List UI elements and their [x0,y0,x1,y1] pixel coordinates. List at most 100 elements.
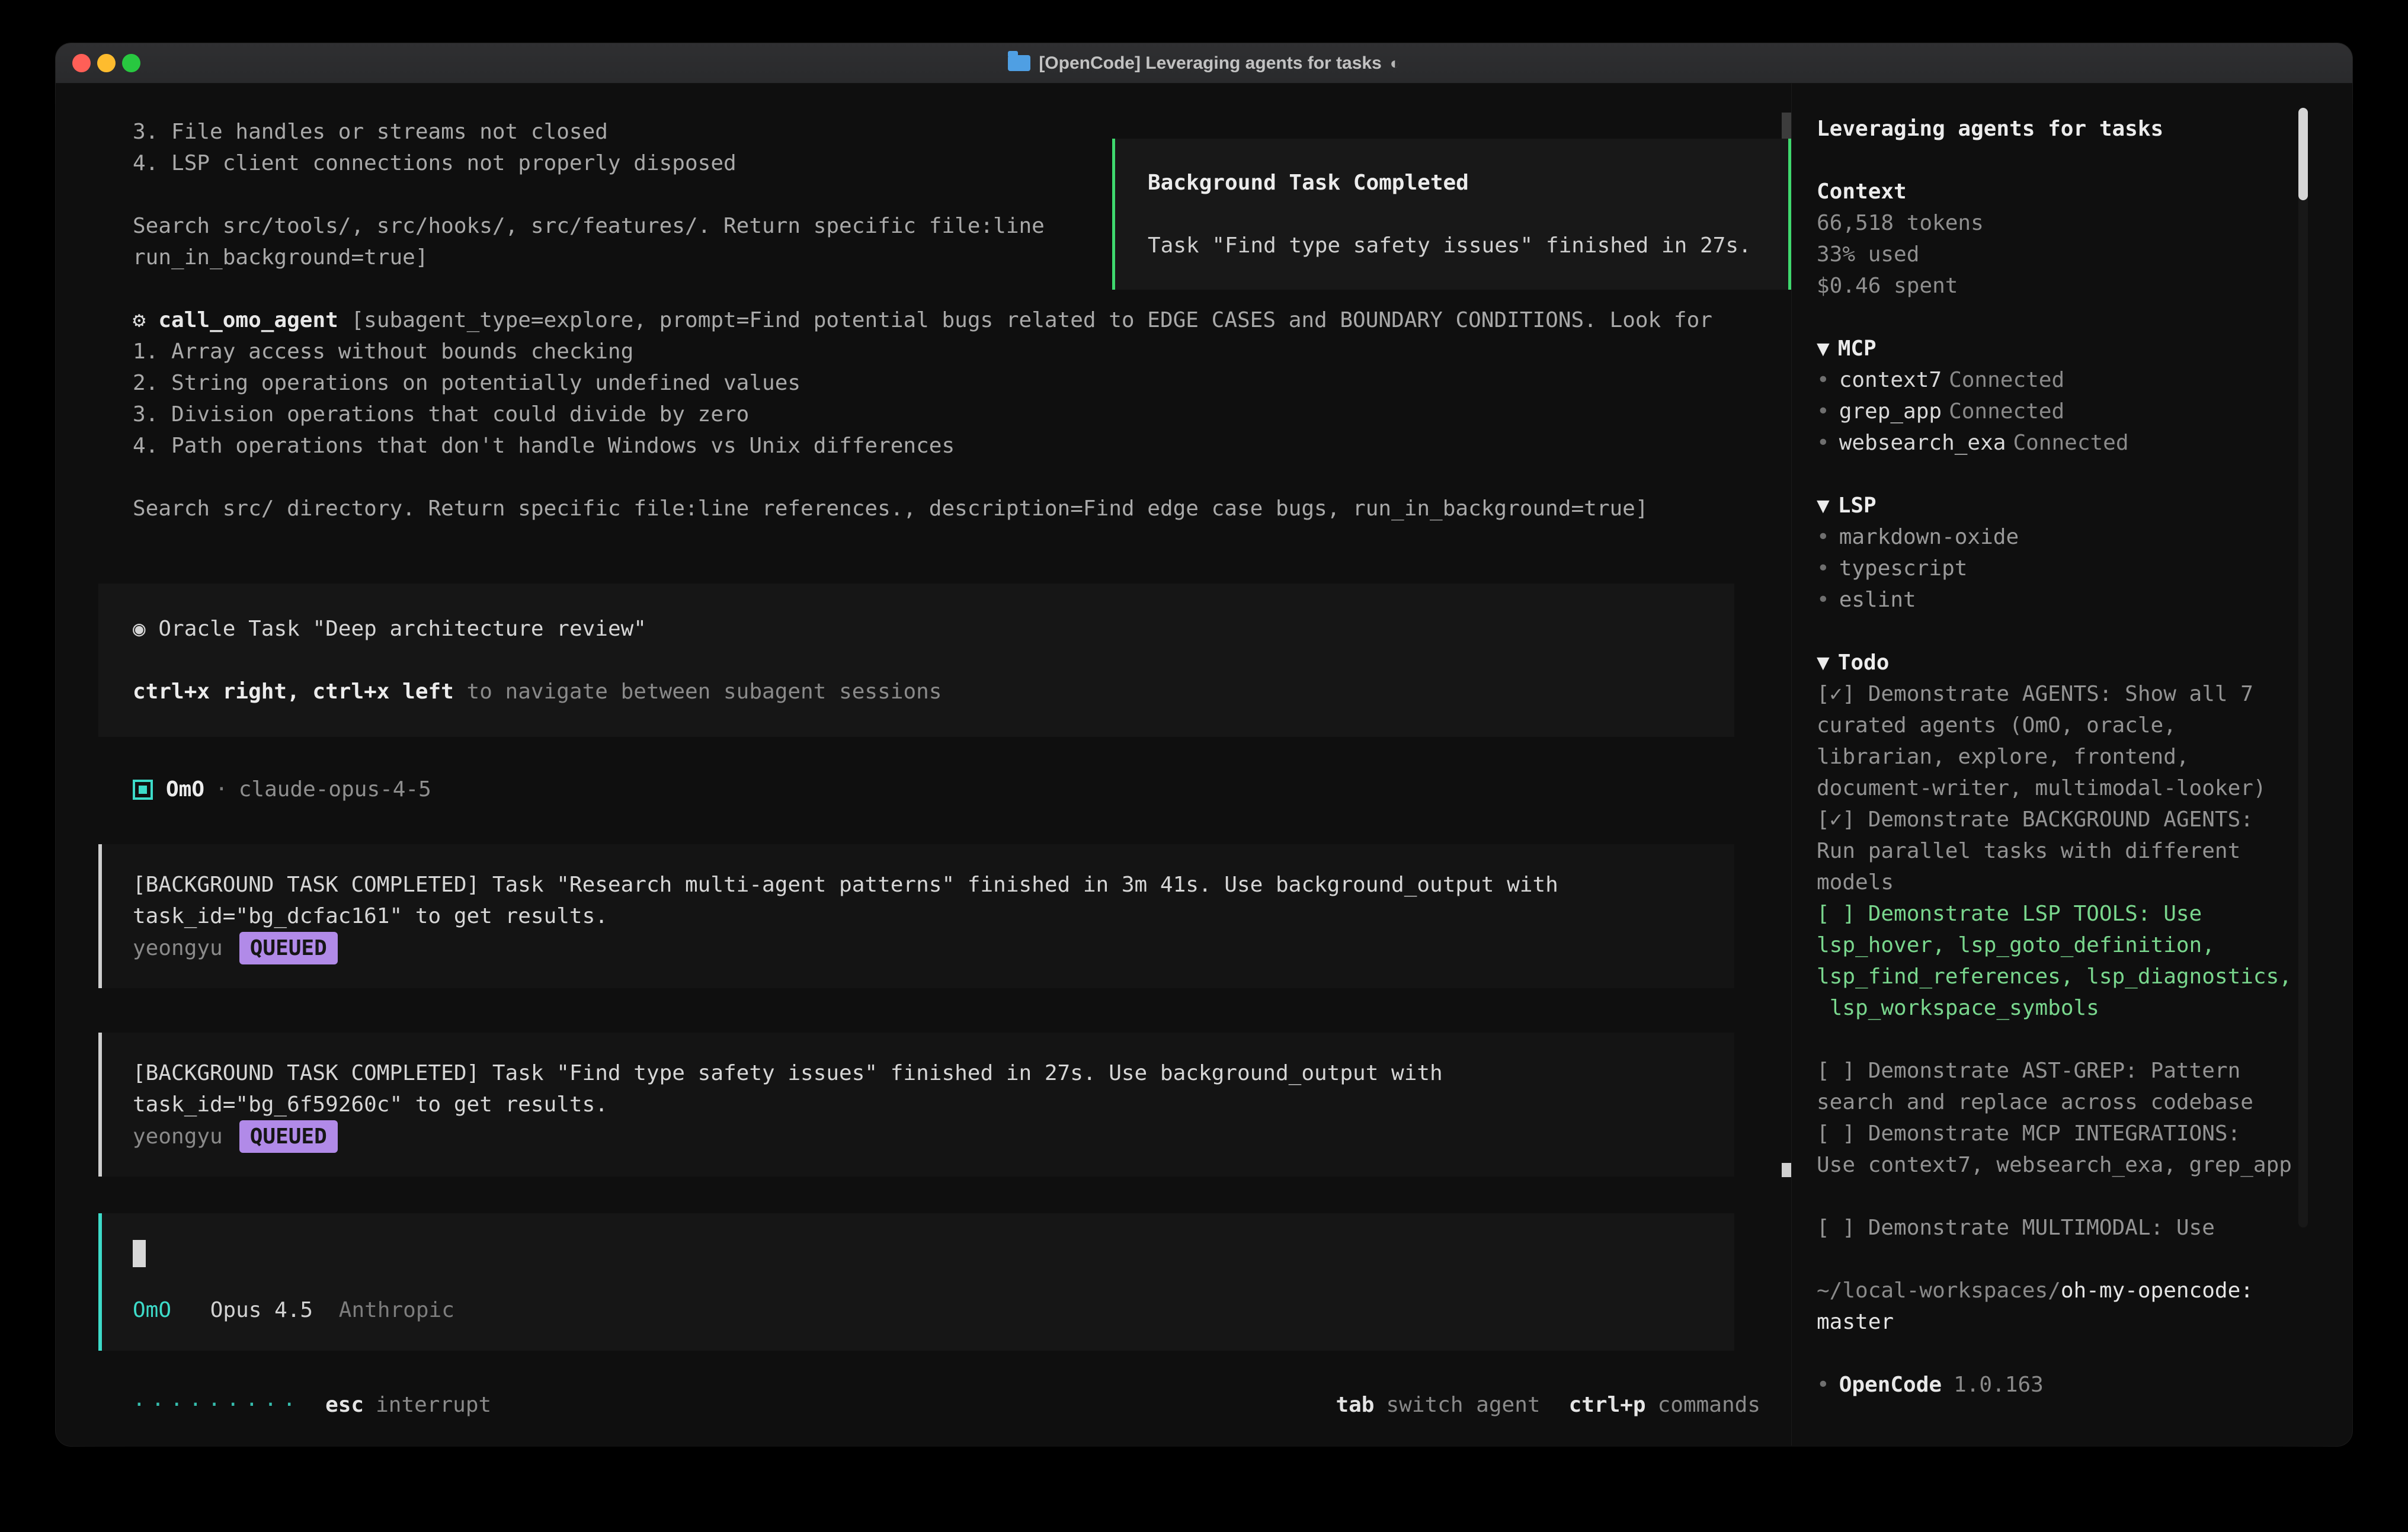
agent-name: OmO [166,774,204,805]
oracle-task-label: Oracle Task "Deep architecture review" [158,617,646,641]
record-icon: ◉ [133,617,146,641]
mcp-item: •context7Connected [1817,364,2299,396]
workspace-name: oh-my-opencode: [2061,1278,2253,1303]
bullet-icon: • [1817,368,1830,392]
main-scrollbar-thumb-bottom[interactable] [1782,1163,1791,1177]
background-task-toast: Background Task Completed Task "Find typ… [1112,139,1791,290]
lsp-name: markdown-oxide [1839,525,2019,549]
bullet-icon: • [1817,588,1830,612]
ctrl-p-key: ctrl+p [1569,1389,1646,1421]
window-title-text: [OpenCode] Leveraging agents for tasks [1039,53,1381,73]
tab-key: tab [1336,1389,1374,1421]
mcp-item: • websearch_exa Connected [1817,427,2299,459]
text-cursor [133,1240,146,1267]
zoom-button[interactable] [122,54,140,72]
oracle-task-panel: ◉ Oracle Task "Deep architecture review"… [98,584,1734,737]
model-line: OmO Opus 4.5 Anthropic [133,1294,1703,1326]
workspace-path: ~/local-workspaces/oh-my-opencode: maste… [1817,1275,2299,1338]
lsp-header-label: LSP [1838,493,1877,518]
message-text: [BACKGROUND TASK COMPLETED] Task "Resear… [133,869,1703,932]
sidebar-footer: • OpenCode 1.0.163 [1817,1369,2299,1400]
app-window: [OpenCode] Leveraging agents for tasks ◐… [56,43,2352,1446]
mcp-section-header[interactable]: ▼ MCP [1817,333,2299,364]
spinner-dots: ········· [133,1389,302,1421]
todo-item-lsp-tools: [ ] Demonstrate LSP TOOLS: Use lsp_hover… [1817,898,2299,1024]
esc-key-label: interrupt [376,1389,491,1421]
input-provider-name: Anthropic [339,1298,454,1322]
bullet-icon: • [1817,556,1830,581]
input-agent-name: OmO [133,1298,171,1322]
esc-key: esc [325,1389,364,1421]
half-moon-icon: ◐ [1390,54,1400,73]
chevron-down-icon: ▼ [1817,650,1830,675]
bullet-icon: • [1817,399,1830,424]
context-header: Context [1817,176,2299,207]
mcp-item: • grep_app Connected [1817,396,2299,427]
oracle-task-title: ◉ Oracle Task "Deep architecture review" [133,613,1700,645]
lsp-item: • eslint [1817,584,2299,616]
traffic-lights [72,43,140,83]
oracle-hint-keys: ctrl+x right, ctrl+x left [133,680,454,704]
input-model-name: Opus 4.5 [210,1298,313,1322]
opencode-brand: OpenCode [1839,1373,1942,1397]
mcp-status: Connected [1949,368,2064,392]
tool-call-args: [subagent_type=explore, prompt=Find pote… [351,308,1712,332]
queued-badge: QUEUED [239,1120,338,1153]
lsp-name: typescript [1839,556,1968,581]
tab-key-label: switch agent [1386,1389,1540,1421]
mcp-header-label: MCP [1838,336,1877,361]
todo-item-ast-grep: [ ] Demonstrate AST-GREP: Pattern search… [1817,1055,2299,1118]
context-used: 33% used [1817,239,2299,270]
lsp-item: • typescript [1817,553,2299,584]
message-text: [BACKGROUND TASK COMPLETED] Task "Find t… [133,1057,1703,1120]
chevron-down-icon: ▼ [1817,493,1830,518]
ctrl-p-key-label: commands [1658,1389,1760,1421]
message-block: [BACKGROUND TASK COMPLETED] Task "Find t… [98,1033,1734,1177]
mcp-status: Connected [1949,399,2064,424]
message-author: yeongyu [133,1121,223,1152]
bullet-icon: • [1817,1373,1830,1397]
mcp-name: websearch_exa [1839,431,2006,455]
lsp-name: eslint [1839,588,1916,612]
sidebar: Leveraging agents for tasks Context 66,5… [1791,84,2352,1446]
window-title: [OpenCode] Leveraging agents for tasks ◐ [56,53,2352,73]
todo-item-background-agents: [✓] Demonstrate BACKGROUND AGENTS: Run p… [1817,804,2299,898]
bullet-icon: • [1817,431,1830,455]
todo-header-label: Todo [1838,650,1890,675]
toast-body: Task "Find type safety issues" finished … [1148,230,1756,261]
context-spent: $0.46 spent [1817,270,2299,302]
lsp-item: • markdown-oxide [1817,521,2299,553]
main-pane: 3. File handles or streams not closed 4.… [56,84,1791,1446]
statusbar: ········· esc interrupt tab switch agent… [133,1389,1760,1421]
message-author: yeongyu [133,932,223,964]
mcp-name: grep_app [1839,399,1942,424]
agent-header: OmO · claude-opus-4-5 [133,774,1760,805]
folder-icon [1008,55,1030,71]
mcp-status: Connected [2013,431,2128,455]
lsp-section-header[interactable]: ▼ LSP [1817,490,2299,521]
todo-item-multimodal: [ ] Demonstrate MULTIMODAL: Use [1817,1212,2299,1243]
gear-icon: ⚙ [133,308,146,332]
minimize-button[interactable] [97,54,116,72]
toast-title: Background Task Completed [1148,167,1756,198]
agent-square-icon [133,780,153,800]
prompt-input[interactable]: OmO Opus 4.5 Anthropic [98,1213,1734,1351]
agent-model: claude-opus-4-5 [239,774,431,805]
chevron-down-icon: ▼ [1817,336,1830,361]
tool-call-line: ⚙ call_omo_agent [subagent_type=explore,… [133,305,1760,336]
close-button[interactable] [72,54,91,72]
message-block: [BACKGROUND TASK COMPLETED] Task "Resear… [98,844,1734,988]
session-title: Leveraging agents for tasks [1817,113,2299,145]
opencode-version: 1.0.163 [1954,1373,2044,1397]
message-footer: yeongyu QUEUED [133,1120,1703,1153]
bullet-icon: • [1817,525,1830,549]
workspace-branch: master [1817,1306,2299,1338]
context-tokens: 66,518 tokens [1817,207,2299,239]
queued-badge: QUEUED [239,932,338,964]
sidebar-scrollbar-track[interactable] [2298,108,2308,1227]
todo-item-mcp-integrations: [ ] Demonstrate MCP INTEGRATIONS: Use co… [1817,1118,2299,1181]
todo-item-agents: [✓] Demonstrate AGENTS: Show all 7 curat… [1817,678,2299,804]
todo-section-header[interactable]: ▼ Todo [1817,647,2299,678]
titlebar: [OpenCode] Leveraging agents for tasks ◐ [56,43,2352,84]
sidebar-scrollbar-thumb[interactable] [2298,108,2308,200]
